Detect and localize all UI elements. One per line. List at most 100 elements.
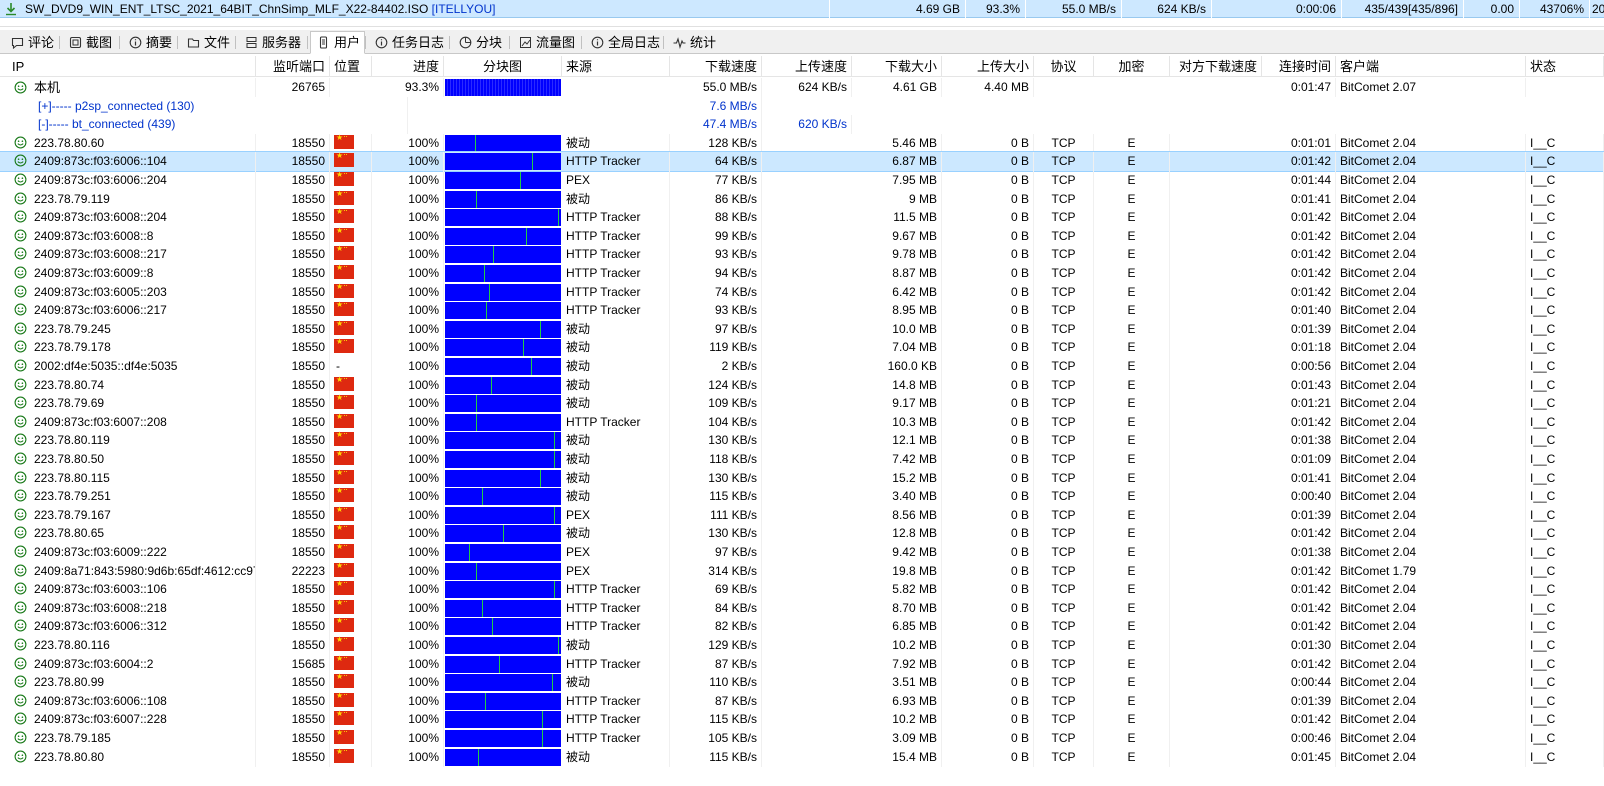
peer-row[interactable]: 2409:873c:f03:6009::8 18550 100% HTTP Track… [0, 264, 1604, 283]
peer-row[interactable]: 2409:873c:f03:6005::203 18550 100% HTTP Tra… [0, 282, 1604, 302]
col-client[interactable]: 客户端 [1336, 56, 1526, 77]
tab-0[interactable]: 评论 [4, 32, 59, 53]
peer-list[interactable]: IP 监听端口 位置 进度 分块图 来源 下载速度 上传速度 下载大小 上传大小 协议 加密 对方下载速… [0, 56, 1604, 786]
tab-10[interactable]: 统计 [666, 32, 721, 53]
peer-encryption: E [1094, 561, 1170, 581]
peer-row[interactable]: 2002:df4e:5035::df4e:5035 18550-100% 被动 2 K… [0, 357, 1604, 376]
tab-8[interactable]: 流量图 [512, 32, 580, 53]
peer-row[interactable]: 223.78.79.25118550100%被动115 KB/s3.40 MB0… [0, 487, 1604, 507]
task-row[interactable]: SW_DVD9_WIN_ENT_LTSC_2021_64BIT_ChnSimp_… [0, 0, 1604, 18]
peer-piece-map [445, 283, 561, 301]
col-upload-speed[interactable]: 上传速度 [762, 56, 852, 77]
peer-row[interactable]: 223.78.80.99 18550 100% 被动110 KB/s 3.51 MB0 … [0, 673, 1604, 693]
peer-row[interactable]: 223.78.80.11618550100%被动129 KB/s10.2 MB0… [0, 636, 1604, 655]
peer-row[interactable]: 2409:873c:f03:6006::204 18550 100% PEX77 KB… [0, 171, 1604, 190]
peer-connect-time: 0:01:42 [1262, 710, 1336, 730]
peer-piece-map [445, 637, 561, 654]
peer-row[interactable]: 223.78.79.69 18550 100% 被动109 KB/s 9.17 MB0 … [0, 394, 1604, 414]
peer-client: BitComet 2.04 [1336, 617, 1526, 637]
peer-state: I__C [1526, 580, 1604, 600]
peer-row[interactable]: 2409:873c:f03:6006::217 18550 100% HTTP Tra… [0, 301, 1604, 321]
peer-connect-time: 0:01:39 [1262, 691, 1336, 711]
group-label[interactable]: [-]----- bt_connected (439) [8, 115, 408, 135]
col-progress[interactable]: 进度 [372, 56, 444, 77]
peer-row[interactable]: 223.78.79.17818550100%被动119 KB/s7.04 MB0… [0, 338, 1604, 358]
peer-row[interactable]: 223.78.80.60 18550 100% 被动128 KB/s 5.46 MB0 … [0, 133, 1604, 153]
peer-download-size: 5.46 MB [852, 133, 942, 153]
peer-row[interactable]: 223.78.79.119 18550 100% 被动86 KB/s 9 MB0 BTC… [0, 189, 1604, 209]
tab-6[interactable]: 任务日志 [368, 32, 449, 53]
peer-upload-size: 0 B [942, 375, 1034, 395]
peer-row[interactable]: 2409:873c:f03:6008::204 18550 100% HTTP Tra… [0, 208, 1604, 228]
peer-location [330, 431, 372, 451]
peer-row[interactable]: 2409:873c:f03:6008::8 18550 100% HTTP Track… [0, 226, 1604, 246]
group-row-1[interactable]: [-]----- bt_connected (439) 47.4 MB/s 620 … [0, 115, 1604, 135]
peer-port: 18550 [256, 394, 330, 414]
china-flag-icon [334, 208, 354, 224]
peer-row[interactable]: 223.78.80.50 18550 100% 被动118 KB/s 7.42 MB0 … [0, 450, 1604, 469]
col-ip[interactable]: IP [8, 56, 256, 77]
piece-map-marker [554, 506, 555, 524]
col-encryption[interactable]: 加密 [1094, 56, 1170, 77]
peer-row[interactable]: 2409:873c:f03:6006::104 18550 100% HTTP Tra… [0, 151, 1604, 173]
peer-connect-time: 0:01:45 [1262, 747, 1336, 767]
peer-row[interactable]: 223.78.80.11918550100%被动130 KB/s12.1 MB0… [0, 431, 1604, 451]
col-state[interactable]: 状态 [1526, 56, 1604, 77]
peer-row[interactable]: 223.78.79.245 18550 100% 被动97 KB/s 10.0 MB0 … [0, 319, 1604, 339]
col-download-speed[interactable]: 下载速度 [670, 56, 762, 77]
peer-protocol: TCP [1034, 357, 1094, 376]
peer-status-smile-icon [14, 545, 27, 558]
peer-row[interactable]: 223.78.80.65 18550 100% 被动130 KB/s 12.8 MB0 … [0, 524, 1604, 544]
tab-5[interactable]: 用户 [310, 31, 366, 54]
group-row-0[interactable]: [+]----- p2sp_connected (130) 7.6 MB/s [0, 96, 1604, 116]
peer-encryption: E [1094, 691, 1170, 711]
peer-download-size: 7.92 MB [852, 654, 942, 674]
tab-4[interactable]: 服务器 [238, 32, 306, 53]
peer-source: 被动 [562, 189, 670, 209]
peer-row[interactable]: 2409:873c:f03:6009::222 18550 100% PEX97 KB… [0, 543, 1604, 562]
column-header-row: IP 监听端口 位置 进度 分块图 来源 下载速度 上传速度 下载大小 上传大小 协议 加密 对方下载速… [0, 56, 1604, 77]
piece-map-marker [554, 451, 555, 468]
peer-row[interactable]: 223.78.80.80 18550 100% 被动115 KB/s 15.4 MB0 … [0, 747, 1604, 767]
col-piece-map[interactable]: 分块图 [444, 56, 562, 77]
server-icon [246, 37, 257, 48]
peer-piece-map [445, 153, 561, 171]
peer-row[interactable]: 2409:873c:f03:6008::217 18550 100% HTTP Tra… [0, 245, 1604, 265]
tab-9[interactable]: 全局日志 [584, 32, 665, 53]
peer-ip-text: 223.78.80.74 [34, 377, 105, 392]
peer-row[interactable]: 223.78.79.185 18550 100% HTTP Tracker105 KB… [0, 729, 1604, 748]
col-upload-size[interactable]: 上传大小 [942, 56, 1034, 77]
peer-protocol: TCP [1034, 468, 1094, 488]
peer-state: I__C [1526, 691, 1604, 711]
peer-row[interactable]: 2409:8a71:843:5980:9d6b:65df:4612:cc97[.… [0, 561, 1604, 581]
col-connect-time[interactable]: 连接时间 [1262, 56, 1336, 77]
col-protocol[interactable]: 协议 [1034, 56, 1094, 77]
peer-upload-size: 0 B [942, 710, 1034, 730]
tab-2[interactable]: 摘要 [122, 32, 177, 53]
group-label[interactable]: [+]----- p2sp_connected (130) [8, 96, 408, 116]
peer-row[interactable]: 2409:873c:f03:6007::208 18550 100% HTTP Tra… [0, 412, 1604, 432]
peer-download-speed: 129 KB/s [670, 636, 762, 655]
tab-1[interactable]: 截图 [62, 32, 117, 53]
peer-row[interactable]: 2409:873c:f03:6006::108 18550 100% HTTP Tra… [0, 691, 1604, 711]
peer-row[interactable]: 2409:873c:f03:6003::106 18550 100% HTTP Tra… [0, 580, 1604, 600]
peer-protocol: TCP [1034, 505, 1094, 525]
peer-state: I__C [1526, 301, 1604, 321]
tab-3[interactable]: 文件 [180, 32, 235, 53]
local-row[interactable]: 本机 26765 93.3% 55.0 MB/s 624 KB/s 4.61 GB 4.40… [0, 78, 1604, 97]
peer-row[interactable]: 2409:873c:f03:6007::228 18550 100% HTTP Tra… [0, 710, 1604, 730]
col-source[interactable]: 来源 [562, 56, 670, 77]
peer-row[interactable]: 223.78.79.167 18550 100% PEX111 KB/s 8.56 MB… [0, 505, 1604, 525]
peer-row[interactable]: 223.78.80.74 18550 100% 被动124 KB/s 14.8 MB0 … [0, 375, 1604, 395]
peer-row[interactable]: 2409:873c:f03:6008::218 18550 100% HTTP Tra… [0, 598, 1604, 618]
tab-7[interactable]: 分块 [452, 32, 507, 53]
piece-map-marker [475, 134, 476, 152]
peer-row[interactable]: 2409:873c:f03:6004::2 15685 100% HTTP Track… [0, 654, 1604, 674]
peer-row[interactable]: 223.78.80.11518550100%被动130 KB/s15.2 MB0… [0, 468, 1604, 488]
col-port[interactable]: 监听端口 [256, 56, 330, 77]
col-location[interactable]: 位置 [330, 56, 372, 77]
task-time: 0:00:06 [1212, 0, 1342, 18]
col-download-size[interactable]: 下载大小 [852, 56, 942, 77]
peer-row[interactable]: 2409:873c:f03:6006::312 18550 100% HTTP Tra… [0, 617, 1604, 637]
col-peer-download-speed[interactable]: 对方下载速度 [1170, 56, 1262, 77]
